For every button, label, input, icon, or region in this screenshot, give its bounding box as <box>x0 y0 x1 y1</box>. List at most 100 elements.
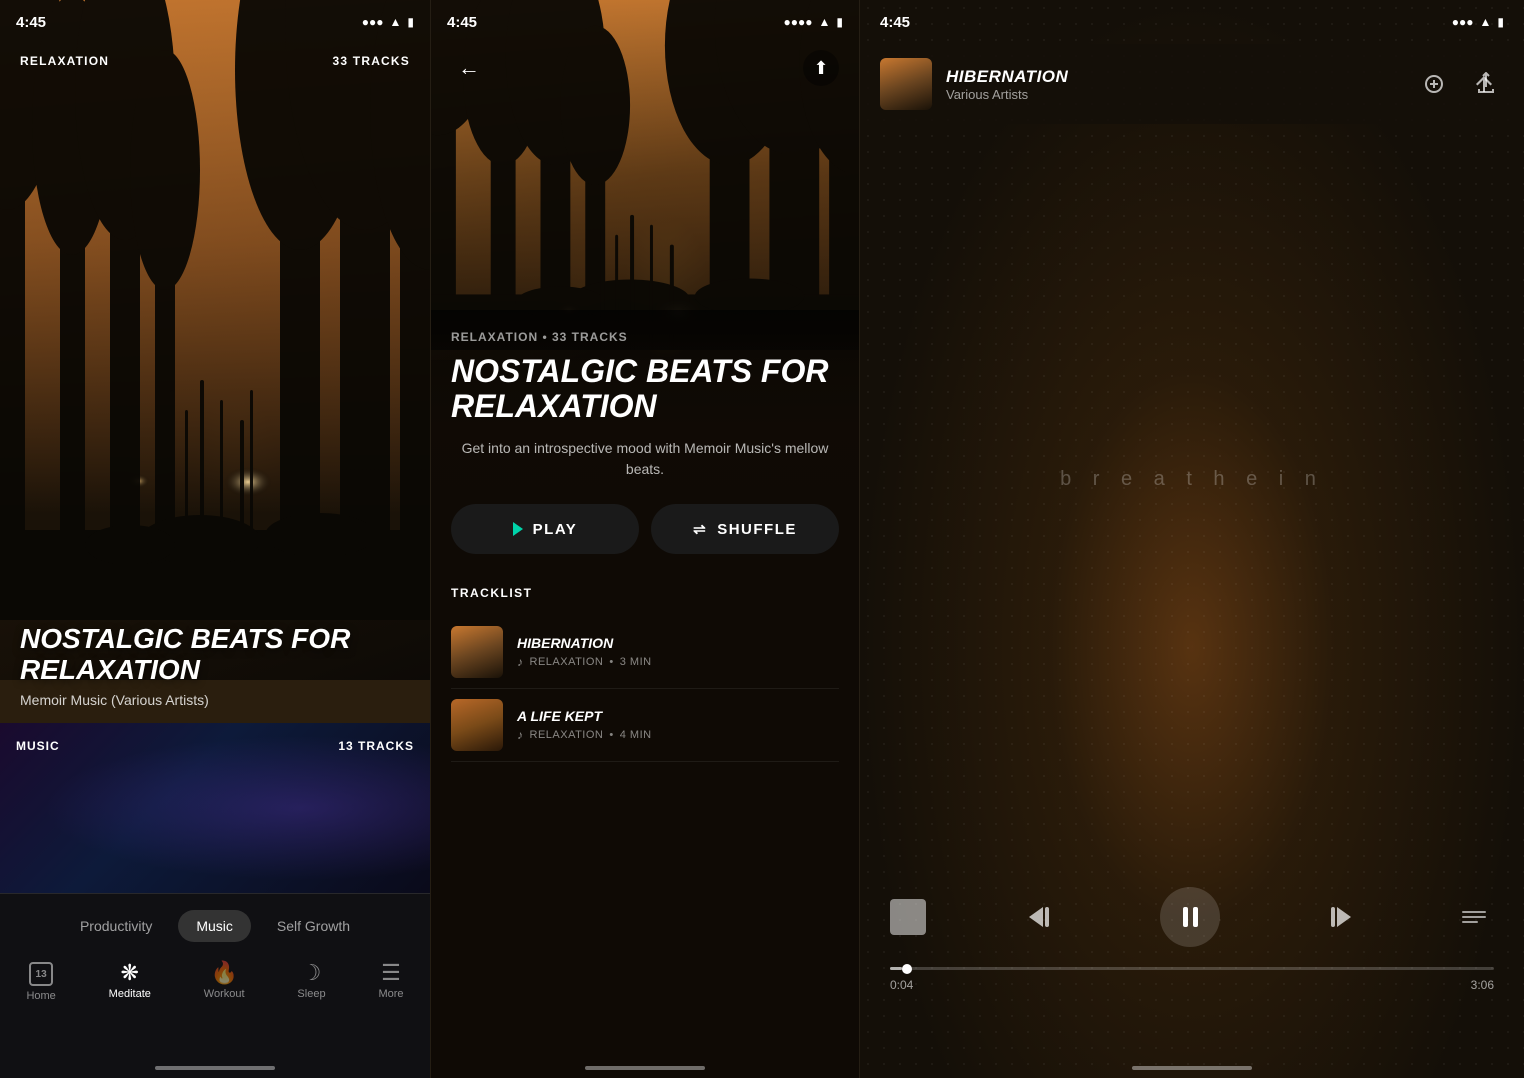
status-icons: ●●● ▲ ▮ <box>362 15 414 29</box>
category-label: RELAXATION <box>20 54 109 68</box>
track-thumb-img-1 <box>451 626 503 678</box>
shuffle-label: SHUFFLE <box>717 521 797 538</box>
now-playing-header: HIBERNATION Various Artists <box>860 44 1524 124</box>
category-self-growth[interactable]: Self Growth <box>259 910 368 942</box>
queue-line-2 <box>1462 916 1486 918</box>
current-time: 0:04 <box>890 978 913 992</box>
play-icon <box>513 522 523 536</box>
progress-dot <box>902 964 912 974</box>
track-duration-1: 3 MIN <box>620 656 652 668</box>
panel3-signal-icon: ●●● <box>1452 15 1474 29</box>
stop-button[interactable] <box>890 899 926 935</box>
music-card-labels: MUSIC 13 TRACKS <box>16 739 414 753</box>
track-info-2: A LIFE KEPT ♪ RELAXATION • 4 MIN <box>517 708 839 742</box>
tab-more[interactable]: ☰ More <box>362 958 419 1006</box>
play-button[interactable]: PLAY <box>451 504 639 554</box>
track-item-1[interactable]: HIBERNATION ♪ RELAXATION • 3 MIN <box>451 616 839 689</box>
track-meta-1: ♪ RELAXATION • 3 MIN <box>517 655 839 669</box>
tab-meditate-label: Meditate <box>109 988 151 1000</box>
tab-sleep-label: Sleep <box>297 988 325 1000</box>
wifi-icon: ▲ <box>390 15 402 29</box>
np-track-title: HIBERNATION <box>946 67 1402 87</box>
tab-meditate[interactable]: ❋ Meditate <box>93 958 167 1006</box>
np-track-info: HIBERNATION Various Artists <box>946 67 1402 102</box>
tab-workout-label: Workout <box>204 988 245 1000</box>
category-music[interactable]: Music <box>178 910 251 942</box>
playlist-description: Get into an introspective mood with Memo… <box>451 438 839 480</box>
pause-bar-1 <box>1183 907 1188 927</box>
category-productivity[interactable]: Productivity <box>62 910 170 942</box>
progress-bar[interactable] <box>890 967 1494 970</box>
track-title-2: A LIFE KEPT <box>517 708 839 724</box>
queue-line-3 <box>1462 921 1478 923</box>
progress-times: 0:04 3:06 <box>890 978 1494 992</box>
panel3-battery-icon: ▮ <box>1497 15 1504 29</box>
panel-browse: 4:45 ●●● ▲ ▮ RELAXATION 33 TRACKS NOSTAL… <box>0 0 430 1078</box>
progress-fill <box>890 967 902 970</box>
pause-icon <box>1183 907 1198 927</box>
share-button[interactable]: ⬆ <box>803 50 839 86</box>
previous-button[interactable] <box>1025 899 1061 935</box>
panel3-home-indicator <box>1132 1066 1252 1070</box>
signal-icon: ●●● <box>362 15 384 29</box>
pause-bar-2 <box>1193 907 1198 927</box>
share-track-button[interactable] <box>1468 66 1504 102</box>
add-to-library-button[interactable] <box>1416 66 1452 102</box>
music-tracks-label: 13 TRACKS <box>338 739 414 753</box>
panel3-status-icons: ●●● ▲ ▮ <box>1452 15 1504 29</box>
status-time: 4:45 <box>16 14 46 31</box>
meditate-icon: ❋ <box>121 962 139 984</box>
bottom-tabs: 13 Home ❋ Meditate 🔥 Workout ☽ Sleep ☰ M… <box>0 950 430 1010</box>
breathe-text: b r e a t h e i n <box>1060 468 1324 491</box>
categories-row: Productivity Music Self Growth <box>0 894 430 950</box>
tab-more-label: More <box>378 988 403 1000</box>
track-category-1: RELAXATION <box>530 656 604 668</box>
tab-workout[interactable]: 🔥 Workout <box>188 958 261 1006</box>
total-time: 3:06 <box>1471 978 1494 992</box>
track-title-1: HIBERNATION <box>517 635 839 651</box>
progress-area[interactable]: 0:04 3:06 <box>890 967 1494 992</box>
panel2-wifi-icon: ▲ <box>819 15 831 29</box>
playlist-subtitle: Memoir Music (Various Artists) <box>20 692 410 708</box>
panel2-status-bar: 4:45 ●●●● ▲ ▮ <box>431 0 859 44</box>
home-indicator <box>155 1066 275 1070</box>
shuffle-button[interactable]: ⇌ SHUFFLE <box>651 504 839 554</box>
next-button[interactable] <box>1319 899 1355 935</box>
panel2-status-time: 4:45 <box>447 14 477 31</box>
track-item-2[interactable]: A LIFE KEPT ♪ RELAXATION • 4 MIN <box>451 689 839 762</box>
action-buttons: PLAY ⇌ SHUFFLE <box>451 504 839 554</box>
track-info-1: HIBERNATION ♪ RELAXATION • 3 MIN <box>517 635 839 669</box>
more-icon: ☰ <box>381 962 401 984</box>
panel-playlist: 4:45 ●●●● ▲ ▮ ← ⬆ RELAXATION • 33 TRACKS… <box>430 0 860 1078</box>
tab-home[interactable]: 13 Home <box>10 958 71 1006</box>
panel-now-playing: 4:45 ●●● ▲ ▮ HIBERNATION Various Artists <box>860 0 1524 1078</box>
track-thumb-img-2 <box>451 699 503 751</box>
panel2-nav: ← ⬆ <box>431 50 859 86</box>
track-duration-2: 4 MIN <box>620 729 652 741</box>
np-track-artist: Various Artists <box>946 87 1402 102</box>
playlist-meta: RELAXATION • 33 TRACKS <box>451 330 839 344</box>
back-button[interactable]: ← <box>451 50 487 86</box>
overlay-labels: RELAXATION 33 TRACKS <box>0 54 430 68</box>
tracks-label: 33 TRACKS <box>333 54 410 68</box>
playback-controls-row <box>890 887 1494 947</box>
play-label: PLAY <box>533 521 578 538</box>
pause-button[interactable] <box>1160 887 1220 947</box>
tab-home-label: Home <box>26 990 55 1002</box>
music-card[interactable]: MUSIC 13 TRACKS <box>0 723 430 893</box>
panel3-wifi-icon: ▲ <box>1480 15 1492 29</box>
panel2-battery-icon: ▮ <box>836 15 843 29</box>
panel2-content: RELAXATION • 33 TRACKS NOSTALGIC BEATS F… <box>431 310 859 1078</box>
np-action-buttons <box>1416 66 1504 102</box>
sleep-icon: ☽ <box>302 962 322 984</box>
queue-button[interactable] <box>1454 903 1494 931</box>
panel2-signal-icon: ●●●● <box>784 15 813 29</box>
track-sep-2: • <box>609 729 613 741</box>
tab-sleep[interactable]: ☽ Sleep <box>281 958 341 1006</box>
queue-line-1 <box>1462 911 1486 913</box>
track-meta-2: ♪ RELAXATION • 4 MIN <box>517 728 839 742</box>
note-icon-2: ♪ <box>517 728 524 742</box>
tracklist-header: TRACKLIST <box>451 586 839 600</box>
shuffle-icon: ⇌ <box>693 520 707 538</box>
playlist-title-area[interactable]: NOSTALGIC BEATS FOR RELAXATION Memoir Mu… <box>20 624 410 708</box>
